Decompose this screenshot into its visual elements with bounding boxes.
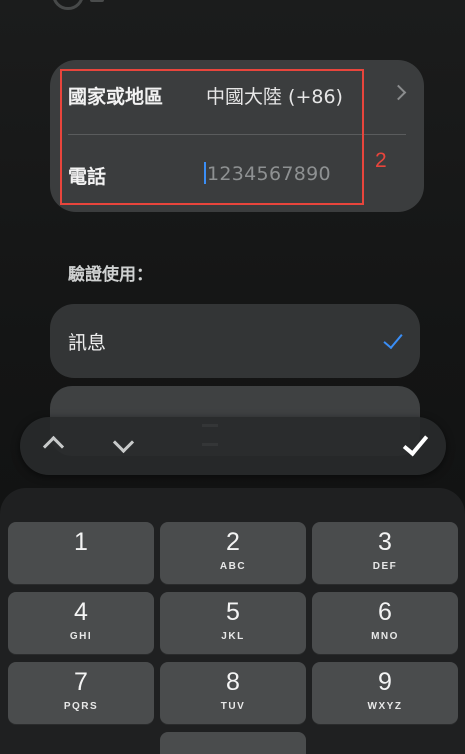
key-6[interactable]: 6 MNO [312,592,458,654]
key-0-partial[interactable] [160,732,306,754]
back-icon[interactable] [52,0,84,10]
key-letters: ABC [219,561,247,572]
screen: 國家或地區 中國大陸 (+86) 電話 1234567890 2 驗證使用： 訊… [0,0,465,754]
key-letters: MNO [371,631,399,642]
chevron-up-icon[interactable] [42,435,65,458]
key-digit: 6 [378,598,392,626]
key-8[interactable]: 8 TUV [160,662,306,724]
annotation-box [60,69,364,205]
key-letters: GHI [69,631,93,642]
key-digit: 8 [226,668,240,696]
key-digit: 4 [74,598,88,626]
key-digit: 5 [226,598,240,626]
key-7[interactable]: 7 PQRS [8,662,154,724]
key-3[interactable]: 3 DEF [312,522,458,584]
key-letters: DEF [372,561,398,572]
key-digit: 3 [378,528,392,556]
key-9[interactable]: 9 WXYZ [312,662,458,724]
key-4[interactable]: 4 GHI [8,592,154,654]
annotation-number: 2 [375,149,387,172]
obscured-label [202,412,272,446]
key-letters: PQRS [63,701,99,712]
key-digit: 2 [226,528,240,556]
chevron-down-icon[interactable] [112,431,135,454]
verify-option-label: 訊息 [68,332,107,354]
top-label-fragment [90,0,104,2]
key-digit: 7 [74,668,88,696]
checkmark-icon [383,328,403,350]
key-digit: 9 [378,668,392,696]
verify-heading: 驗證使用： [68,265,153,285]
verify-option-message[interactable]: 訊息 [50,304,420,378]
key-letters: TUV [220,701,246,712]
numeric-keypad: 1 2 ABC 3 DEF 4 GHI 5 JKL 6 MNO 7 PQRS 8 [0,488,465,754]
keyboard-accessory-bar [20,417,446,475]
key-5[interactable]: 5 JKL [160,592,306,654]
key-2[interactable]: 2 ABC [160,522,306,584]
key-letters: JKL [221,631,245,642]
key-digit: 1 [74,528,88,556]
done-checkmark-icon[interactable] [402,429,429,457]
key-1[interactable]: 1 [8,522,154,584]
chevron-right-icon [390,84,407,101]
key-letters: WXYZ [367,701,403,712]
